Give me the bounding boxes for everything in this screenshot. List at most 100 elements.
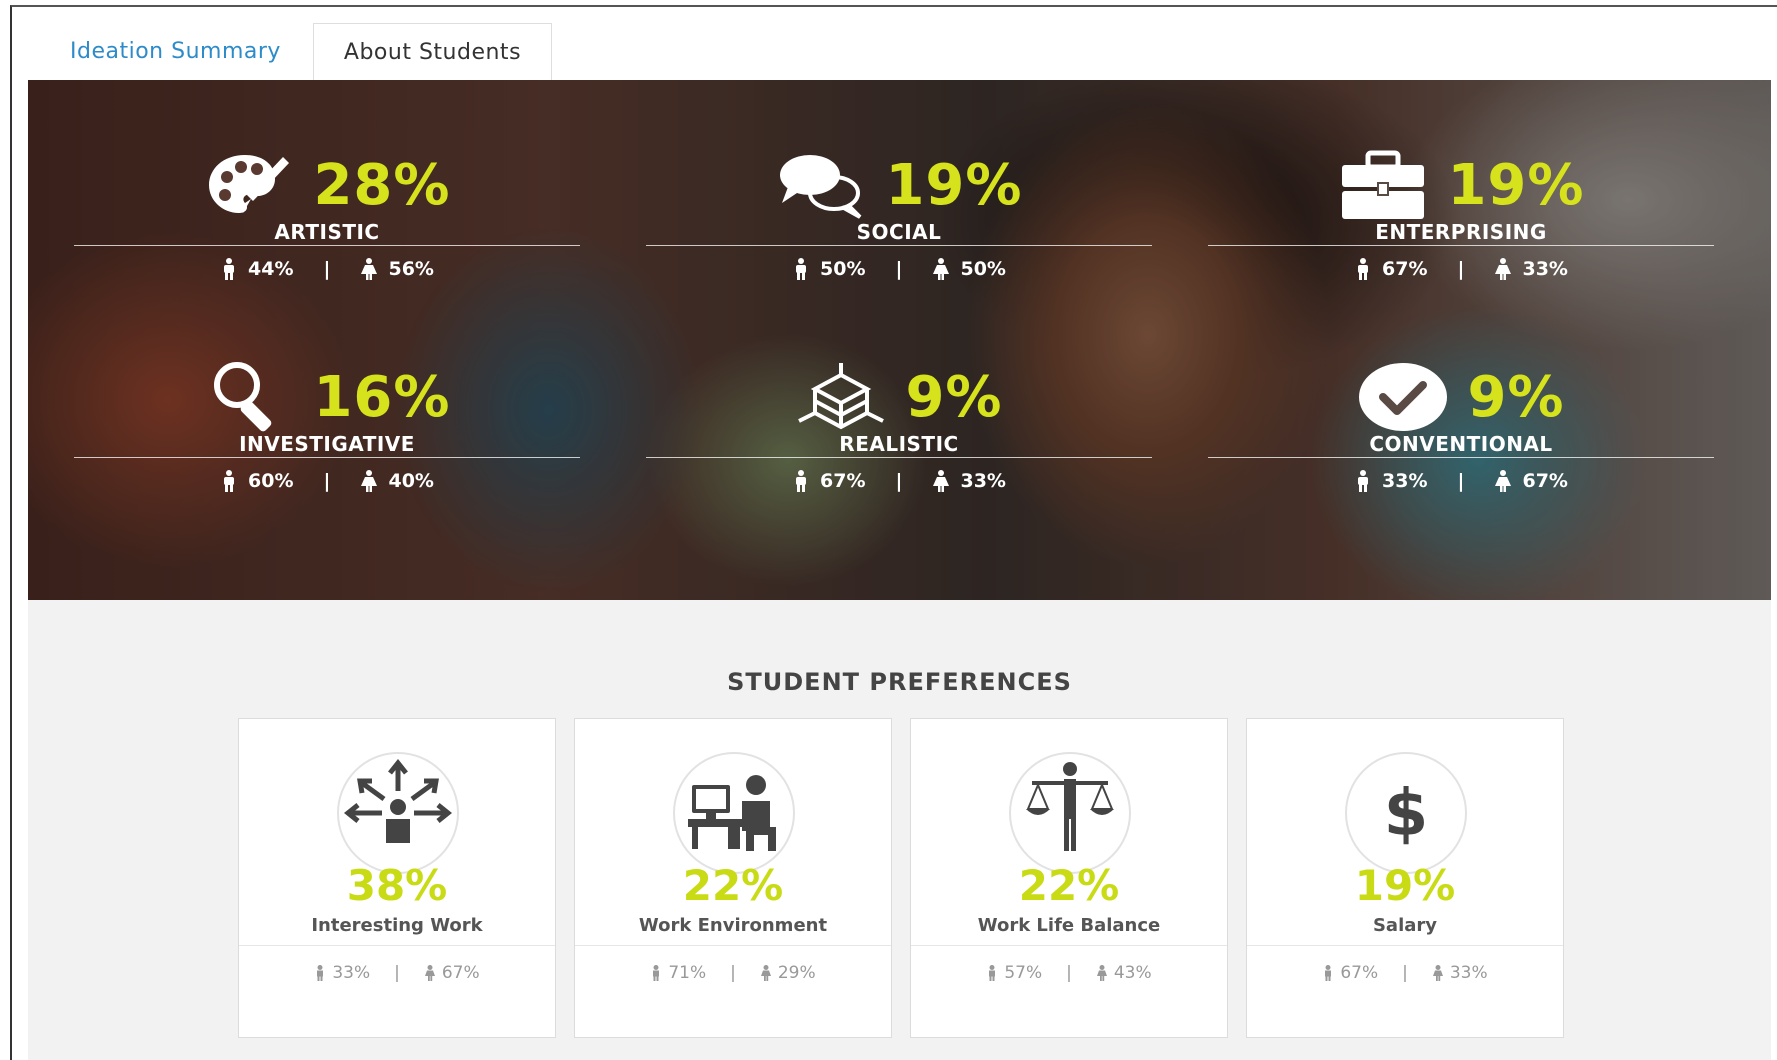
card-label: Salary xyxy=(1372,915,1438,936)
female-percent: 67% xyxy=(441,963,480,983)
male-percent: 67% xyxy=(1340,963,1379,983)
speech-bubbles-icon xyxy=(775,144,867,226)
stat-label: SOCIAL xyxy=(856,220,942,244)
female-percent: 43% xyxy=(1113,963,1152,983)
stat-social: 19% SOCIAL 50% | 50% xyxy=(646,140,1152,290)
divider xyxy=(575,945,891,946)
gender-split: 71% | 29% xyxy=(575,963,891,983)
male-icon xyxy=(224,470,235,492)
divider xyxy=(1208,245,1714,246)
stat-percent: 19% xyxy=(885,152,1023,218)
stat-percent: 16% xyxy=(313,364,451,430)
male-icon xyxy=(1358,258,1369,280)
male-icon xyxy=(989,965,996,981)
female-icon xyxy=(361,470,378,492)
divider xyxy=(1247,945,1563,946)
magnifier-icon xyxy=(203,356,295,438)
card-percent: 22% xyxy=(1018,861,1120,910)
male-percent: 33% xyxy=(332,963,371,983)
gender-split: 33% | 67% xyxy=(239,963,555,983)
preference-card-salary: $ 19% Salary 67% | 33% xyxy=(1246,718,1564,1038)
female-icon xyxy=(1096,965,1107,981)
divider xyxy=(74,245,580,246)
male-percent: 60% xyxy=(248,470,294,492)
card-label: Interesting Work xyxy=(311,915,483,936)
female-percent: 56% xyxy=(388,258,434,280)
female-icon xyxy=(760,965,771,981)
divider xyxy=(646,457,1152,458)
gender-split: 60% | 40% xyxy=(74,470,580,492)
stat-percent: 9% xyxy=(1467,364,1565,430)
separator: | xyxy=(895,470,903,492)
separator: | xyxy=(394,963,400,983)
stat-label: CONVENTIONAL xyxy=(1369,432,1553,456)
stat-label: INVESTIGATIVE xyxy=(239,432,415,456)
gender-split: 67% | 33% xyxy=(1208,258,1714,280)
male-percent: 67% xyxy=(1382,258,1428,280)
separator: | xyxy=(1457,258,1465,280)
tab-ideation-summary[interactable]: Ideation Summary xyxy=(40,23,311,80)
gender-split: 50% | 50% xyxy=(646,258,1152,280)
separator: | xyxy=(1066,963,1072,983)
male-icon xyxy=(653,965,660,981)
preference-card-interesting-work: 38% Interesting Work 33% | 67% xyxy=(238,718,556,1038)
stat-investigative: 16% INVESTIGATIVE 60% | 40% xyxy=(74,352,580,502)
section-title: STUDENT PREFERENCES xyxy=(727,668,1072,696)
stat-percent: 9% xyxy=(905,364,1003,430)
female-percent: 67% xyxy=(1522,470,1568,492)
divider xyxy=(239,945,555,946)
checkmark-icon xyxy=(1357,356,1449,438)
stat-label: REALISTIC xyxy=(839,432,959,456)
gender-split: 33% | 67% xyxy=(1208,470,1714,492)
stat-percent: 28% xyxy=(313,152,451,218)
male-percent: 33% xyxy=(1382,470,1428,492)
briefcase-icon xyxy=(1337,144,1429,226)
student-preferences-section: STUDENT PREFERENCES 38% Interesting Work… xyxy=(28,600,1771,1060)
tab-bar: Ideation Summary About Students xyxy=(40,22,553,80)
separator: | xyxy=(323,258,331,280)
separator: | xyxy=(1402,963,1408,983)
svg-text:$: $ xyxy=(1384,777,1429,851)
female-icon xyxy=(933,470,950,492)
female-percent: 40% xyxy=(388,470,434,492)
divider xyxy=(911,945,1227,946)
female-percent: 33% xyxy=(960,470,1006,492)
palette-icon xyxy=(203,144,295,226)
card-percent: 38% xyxy=(346,861,448,910)
desk-worker-icon xyxy=(673,752,795,874)
male-percent: 57% xyxy=(1004,963,1043,983)
gender-split: 67% | 33% xyxy=(1247,963,1563,983)
directions-person-icon xyxy=(337,752,459,874)
separator: | xyxy=(1457,470,1465,492)
structure-icon xyxy=(795,356,887,438)
female-percent: 33% xyxy=(1522,258,1568,280)
female-icon xyxy=(361,258,378,280)
separator: | xyxy=(323,470,331,492)
male-icon xyxy=(224,258,235,280)
divider xyxy=(1208,457,1714,458)
male-icon xyxy=(317,965,324,981)
male-percent: 50% xyxy=(820,258,866,280)
female-icon xyxy=(933,258,950,280)
scales-person-icon xyxy=(1009,752,1131,874)
card-label: Work Environment xyxy=(638,915,828,936)
separator: | xyxy=(730,963,736,983)
tab-about-students[interactable]: About Students xyxy=(312,23,553,80)
stat-realistic: 9% REALISTIC 67% | 33% xyxy=(646,352,1152,502)
male-percent: 44% xyxy=(248,258,294,280)
female-percent: 33% xyxy=(1449,963,1488,983)
stat-label: ENTERPRISING xyxy=(1375,220,1547,244)
dollar-icon: $ xyxy=(1345,752,1467,874)
male-icon xyxy=(796,470,807,492)
stat-conventional: 9% CONVENTIONAL 33% | 67% xyxy=(1208,352,1714,502)
female-icon xyxy=(424,965,435,981)
female-icon xyxy=(1495,258,1512,280)
hero-banner: 28% ARTISTIC 44% | 56% 19% SOCIAL 50% | … xyxy=(28,80,1771,600)
stat-enterprising: 19% ENTERPRISING 67% | 33% xyxy=(1208,140,1714,290)
male-icon xyxy=(796,258,807,280)
preference-card-work-life-balance: 22% Work Life Balance 57% | 43% xyxy=(910,718,1228,1038)
stat-label: ARTISTIC xyxy=(274,220,380,244)
separator: | xyxy=(895,258,903,280)
gender-split: 67% | 33% xyxy=(646,470,1152,492)
male-icon xyxy=(1358,470,1369,492)
